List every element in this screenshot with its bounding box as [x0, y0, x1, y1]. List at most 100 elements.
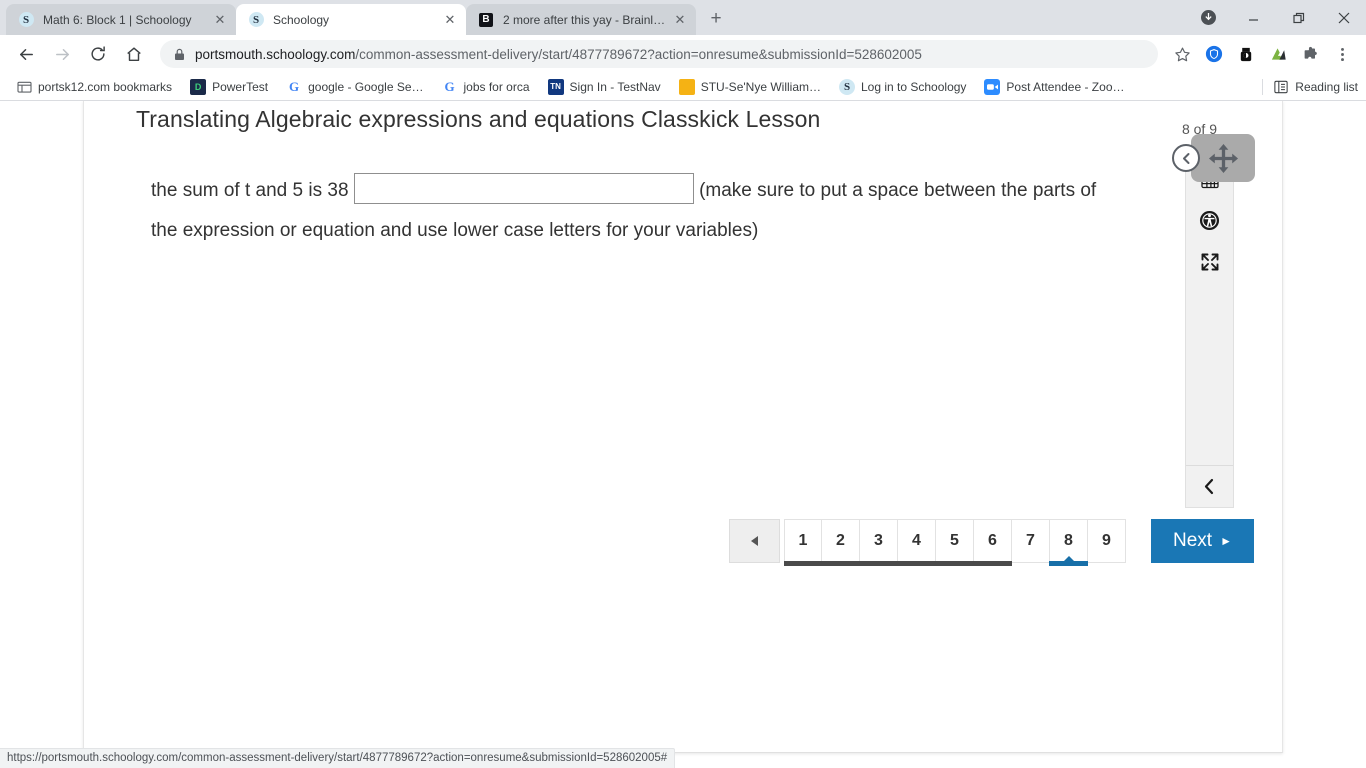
- page-viewport: Translating Algebraic expressions and eq…: [0, 101, 1366, 768]
- page-number: 8: [1064, 532, 1073, 549]
- bookmark-item[interactable]: TN Sign In - TestNav: [540, 76, 669, 98]
- bookmark-label: Post Attendee - Zoo…: [1006, 79, 1125, 94]
- three-dot-menu-icon[interactable]: [1328, 40, 1356, 68]
- accessibility-icon[interactable]: [1185, 200, 1234, 241]
- triangle-right-icon: ►: [1220, 534, 1232, 548]
- browser-tab-1[interactable]: S Schoology ✕: [236, 4, 466, 35]
- new-tab-button[interactable]: +: [702, 5, 730, 33]
- bookmark-label: STU-Se'Nye William…: [700, 79, 821, 94]
- schoology-icon: S: [839, 78, 855, 95]
- browser-tab-0[interactable]: S Math 6: Block 1 | Schoology ✕: [6, 4, 236, 35]
- page-button-current[interactable]: 8: [1049, 519, 1088, 566]
- bookmark-item[interactable]: D PowerTest: [182, 76, 276, 98]
- zoom-icon: [984, 78, 1001, 95]
- minimize-button[interactable]: [1231, 0, 1276, 35]
- close-icon[interactable]: ✕: [672, 12, 688, 28]
- page-number: 2: [836, 532, 845, 549]
- home-icon[interactable]: [119, 39, 149, 69]
- divider: [1262, 78, 1264, 95]
- brainly-icon: B: [478, 12, 494, 28]
- bookmark-label: Sign In - TestNav: [569, 79, 661, 94]
- bookmark-label: Log in to Schoology: [861, 79, 967, 94]
- floating-tool-widget: [1172, 134, 1255, 182]
- tab-title: 2 more after this yay - Brainly.co: [503, 12, 666, 27]
- assessment-card: Translating Algebraic expressions and eq…: [83, 101, 1283, 753]
- previous-page-button[interactable]: [729, 519, 780, 563]
- chevron-left-icon[interactable]: [1186, 465, 1233, 507]
- bookmarks-bar: portsk12.com bookmarks D PowerTest G goo…: [0, 73, 1366, 101]
- bookmark-label: jobs for orca: [463, 79, 530, 94]
- bookmark-item[interactable]: G jobs for orca: [434, 76, 538, 98]
- powertest-icon: D: [190, 78, 207, 95]
- page-button[interactable]: 3: [859, 519, 898, 566]
- next-label: Next: [1173, 530, 1213, 551]
- browser-window: S Math 6: Block 1 | Schoology ✕ S School…: [0, 0, 1366, 768]
- back-arrow-icon[interactable]: [11, 39, 41, 69]
- answer-input[interactable]: [353, 173, 694, 205]
- tab-strip: S Math 6: Block 1 | Schoology ✕ S School…: [0, 0, 1366, 35]
- page-number: 7: [1026, 532, 1035, 549]
- forward-arrow-icon[interactable]: [47, 39, 77, 69]
- tab-title: Math 6: Block 1 | Schoology: [43, 12, 192, 27]
- folder-icon: [16, 79, 32, 95]
- bookmark-label: PowerTest: [212, 79, 269, 94]
- page-button[interactable]: 5: [935, 519, 974, 566]
- bookmark-item[interactable]: Post Attendee - Zoo…: [976, 76, 1132, 98]
- bookmark-item[interactable]: portsk12.com bookmarks: [8, 76, 180, 98]
- address-bar[interactable]: portsmouth.schoology.com/common-assessme…: [160, 40, 1158, 68]
- browser-tab-2[interactable]: B 2 more after this yay - Brainly.co ✕: [466, 4, 696, 35]
- close-button[interactable]: [1321, 0, 1366, 35]
- url-domain: portsmouth.schoology.com: [195, 46, 356, 62]
- page-number: 5: [950, 532, 959, 549]
- fullscreen-icon[interactable]: [1185, 241, 1234, 282]
- schoology-icon: S: [248, 12, 264, 28]
- page-number: 9: [1102, 532, 1111, 549]
- page-number: 6: [988, 532, 997, 549]
- page-number: 4: [912, 532, 921, 549]
- close-icon[interactable]: ✕: [212, 12, 228, 28]
- lock-icon: [174, 48, 185, 61]
- reading-list-button[interactable]: Reading list: [1262, 78, 1358, 95]
- testnav-icon: TN: [547, 78, 564, 95]
- url-path: /common-assessment-delivery/start/487778…: [355, 46, 922, 62]
- question-body: the sum of t and 5 is 38 (make sure to p…: [151, 171, 1111, 251]
- avast-extension-icon[interactable]: [1264, 40, 1292, 68]
- tool-rail: [1185, 158, 1234, 508]
- google-icon: G: [289, 78, 300, 94]
- status-bar-url: https://portsmouth.schoology.com/common-…: [0, 748, 676, 768]
- star-icon[interactable]: [1168, 40, 1196, 68]
- tab-title: Schoology: [273, 12, 330, 27]
- next-button[interactable]: Next ►: [1151, 519, 1254, 563]
- bookmark-item[interactable]: G google - Google Se…: [278, 76, 431, 98]
- dark-reader-extension-icon[interactable]: [1232, 40, 1260, 68]
- puzzle-extensions-icon[interactable]: [1296, 40, 1324, 68]
- bookmark-item[interactable]: S Log in to Schoology: [831, 76, 974, 98]
- page-number: 1: [798, 532, 808, 549]
- pagination: 1 2 3 4 5 6 7 8 9 Next ►: [729, 519, 1254, 566]
- navigation-toolbar: portsmouth.schoology.com/common-assessme…: [0, 35, 1366, 73]
- reload-icon[interactable]: [83, 39, 113, 69]
- shield-extension-icon[interactable]: [1200, 40, 1228, 68]
- schoology-icon: S: [18, 12, 34, 28]
- google-icon: G: [444, 78, 455, 94]
- page-button[interactable]: 2: [821, 519, 860, 566]
- page-number-list: 1 2 3 4 5 6 7 8 9: [784, 519, 1126, 566]
- bookmark-label: google - Google Se…: [308, 79, 424, 94]
- yellow-square-icon: [678, 78, 695, 95]
- page-number: 3: [874, 532, 883, 549]
- page-button[interactable]: 6: [973, 519, 1012, 566]
- page-button[interactable]: 9: [1088, 519, 1126, 563]
- maximize-button[interactable]: [1276, 0, 1321, 35]
- page-button[interactable]: 4: [897, 519, 936, 566]
- page-button[interactable]: 1: [784, 519, 822, 566]
- toolbar-icons: [1166, 40, 1358, 68]
- chevron-left-circle-icon[interactable]: [1172, 144, 1200, 172]
- download-icon[interactable]: [1186, 0, 1231, 35]
- reading-list-icon: [1273, 79, 1289, 95]
- bookmark-item[interactable]: STU-Se'Nye William…: [671, 76, 829, 98]
- close-icon[interactable]: ✕: [442, 12, 458, 28]
- page-button[interactable]: 7: [1012, 519, 1050, 563]
- window-controls: [1186, 0, 1366, 35]
- move-arrows-icon[interactable]: [1191, 134, 1255, 182]
- page-title: Translating Algebraic expressions and eq…: [136, 106, 821, 132]
